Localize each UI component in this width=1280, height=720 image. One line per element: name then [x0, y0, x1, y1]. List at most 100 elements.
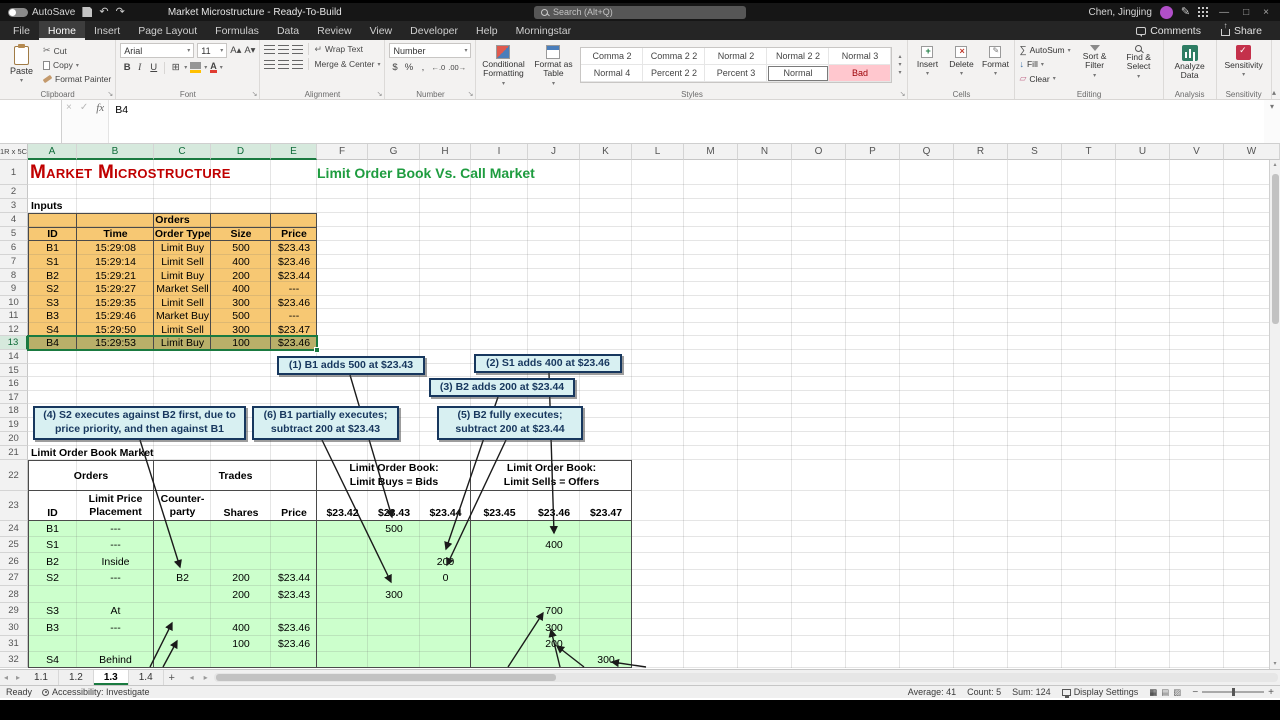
- cell-C9[interactable]: Market Sell: [154, 282, 211, 296]
- cell-E9[interactable]: ---: [271, 282, 317, 296]
- column-header-K[interactable]: K: [580, 144, 632, 160]
- vscroll-down-icon[interactable]: ▾: [1270, 659, 1280, 669]
- cell-G28[interactable]: 300: [368, 586, 420, 603]
- cell-E27[interactable]: $23.44: [271, 570, 317, 586]
- column-header-M[interactable]: M: [684, 144, 738, 160]
- confirm-entry-icon[interactable]: ✓: [76, 100, 92, 143]
- column-header-O[interactable]: O: [792, 144, 846, 160]
- cell-A30[interactable]: B3: [28, 619, 77, 636]
- cell-A32[interactable]: S4: [28, 652, 77, 668]
- font-color-button[interactable]: A: [210, 62, 217, 73]
- name-box[interactable]: [0, 100, 62, 143]
- cell-D27[interactable]: 200: [211, 570, 271, 586]
- cell-D28[interactable]: 200: [211, 586, 271, 603]
- cell-E8[interactable]: $23.44: [271, 269, 317, 282]
- ribbon-tab-data[interactable]: Data: [268, 21, 308, 40]
- row-header-16[interactable]: 16: [0, 377, 28, 391]
- cell-J23[interactable]: $23.46: [528, 491, 580, 521]
- hscroll-left-icon[interactable]: ◂: [186, 673, 198, 682]
- wrap-text-button[interactable]: ↵ Wrap Text: [314, 44, 363, 55]
- column-header-J[interactable]: J: [528, 144, 580, 160]
- cell-B32[interactable]: Behind: [77, 652, 154, 668]
- alignment-dialog-launcher-icon[interactable]: ↘: [377, 90, 383, 98]
- cell-F23[interactable]: $23.42: [317, 491, 368, 521]
- cell-G24[interactable]: 500: [368, 521, 420, 537]
- name-box-input[interactable]: [0, 100, 61, 115]
- cell-H23[interactable]: $23.44: [420, 491, 471, 521]
- row-header-21[interactable]: 21: [0, 446, 28, 460]
- normal-view-icon[interactable]: ▦: [1149, 687, 1157, 698]
- cancel-entry-icon[interactable]: ×: [62, 100, 76, 143]
- cell-C6[interactable]: Limit Buy: [154, 241, 211, 255]
- increase-decimal-button[interactable]: ←.0: [431, 61, 445, 74]
- cell-A24[interactable]: B1: [28, 521, 77, 537]
- cell-F22[interactable]: Limit Order Book: Limit Buys = Bids: [317, 460, 471, 491]
- ribbon-tab-view[interactable]: View: [361, 21, 402, 40]
- vscroll-thumb[interactable]: [1272, 174, 1279, 324]
- align-center-icon[interactable]: [278, 59, 290, 69]
- column-header-C[interactable]: C: [154, 144, 211, 160]
- cell-B30[interactable]: ---: [77, 619, 154, 636]
- vertical-scrollbar[interactable]: ▴ ▾: [1269, 160, 1280, 669]
- align-right-icon[interactable]: [292, 59, 304, 69]
- find-select-button[interactable]: Find & Select ▾: [1119, 43, 1159, 86]
- comments-button[interactable]: Comments: [1128, 23, 1209, 38]
- save-icon[interactable]: [82, 7, 93, 17]
- row-header-27[interactable]: 27: [0, 570, 28, 586]
- column-header-R[interactable]: R: [954, 144, 1008, 160]
- sort-filter-button[interactable]: Sort & Filter ▾: [1075, 43, 1115, 86]
- row-header-2[interactable]: 2: [0, 185, 28, 199]
- accessibility-status[interactable]: Accessibility: Investigate: [42, 687, 150, 697]
- ribbon-tab-home[interactable]: Home: [38, 21, 85, 40]
- cell-I23[interactable]: $23.45: [471, 491, 528, 521]
- delete-cells-button[interactable]: Delete ▾: [946, 43, 976, 86]
- apps-grid-icon[interactable]: [1198, 7, 1201, 9]
- pen-icon[interactable]: ✎: [1181, 6, 1190, 18]
- row-header-20[interactable]: 20: [0, 432, 28, 446]
- cut-button[interactable]: ✂ Cut: [43, 45, 111, 56]
- cell-C22[interactable]: Trades: [154, 460, 317, 491]
- ribbon-tab-morningstar[interactable]: Morningstar: [507, 21, 580, 40]
- formula-bar-expand-icon[interactable]: ▾: [1264, 100, 1280, 143]
- row-header-19[interactable]: 19: [0, 418, 28, 432]
- cell-A23[interactable]: ID: [28, 491, 77, 521]
- column-header-U[interactable]: U: [1116, 144, 1170, 160]
- maximize-button[interactable]: □: [1240, 7, 1252, 18]
- cell-E11[interactable]: ---: [271, 309, 317, 323]
- cell-A8[interactable]: B2: [28, 269, 77, 282]
- row-header-11[interactable]: 11: [0, 309, 28, 323]
- user-avatar[interactable]: [1159, 5, 1173, 19]
- insert-cells-button[interactable]: Insert ▾: [912, 43, 942, 86]
- cell-C7[interactable]: Limit Sell: [154, 255, 211, 269]
- cell-C5[interactable]: Order Type: [154, 227, 211, 241]
- number-dialog-launcher-icon[interactable]: ↘: [468, 90, 474, 98]
- spreadsheet-grid[interactable]: 1R x 5C A B C D E F G H I J K L M N O P Q R S T U V W 1 2 3 4 5 6 7 8 9 1…: [0, 144, 1280, 669]
- hscroll-track[interactable]: [213, 673, 1278, 682]
- cell-K23[interactable]: $23.47: [580, 491, 632, 521]
- percent-format-button[interactable]: %: [403, 61, 414, 74]
- decrease-font-button[interactable]: A▾: [244, 44, 255, 57]
- fill-color-button[interactable]: [190, 62, 202, 73]
- close-button[interactable]: ×: [1260, 7, 1272, 18]
- format-as-table-button[interactable]: Format as Table ▾: [530, 43, 576, 87]
- cell-E30[interactable]: $23.46: [271, 619, 317, 636]
- merge-center-button[interactable]: Merge & Center ▾: [314, 59, 380, 69]
- page-break-view-icon[interactable]: ▨: [1173, 687, 1181, 698]
- row-header-25[interactable]: 25: [0, 537, 28, 553]
- row-header-13[interactable]: 13: [0, 336, 28, 350]
- cell-B25[interactable]: ---: [77, 537, 154, 553]
- ribbon-tab-review[interactable]: Review: [308, 21, 360, 40]
- row-header-8[interactable]: 8: [0, 269, 28, 282]
- cell-B9[interactable]: 15:29:27: [77, 282, 154, 296]
- gallery-up-icon[interactable]: ▴: [898, 53, 901, 60]
- fill-button[interactable]: ↓ Fill ▾: [1019, 59, 1070, 69]
- ribbon-tab-page-layout[interactable]: Page Layout: [129, 21, 206, 40]
- font-name-select[interactable]: Arial ▾: [120, 43, 195, 58]
- row-header-29[interactable]: 29: [0, 603, 28, 619]
- formula-input-area[interactable]: [108, 100, 1264, 143]
- cell-B6[interactable]: 15:29:08: [77, 241, 154, 255]
- cell-E6[interactable]: $23.43: [271, 241, 317, 255]
- minimize-button[interactable]: —: [1216, 7, 1232, 18]
- cell-D7[interactable]: 400: [211, 255, 271, 269]
- column-header-W[interactable]: W: [1224, 144, 1280, 160]
